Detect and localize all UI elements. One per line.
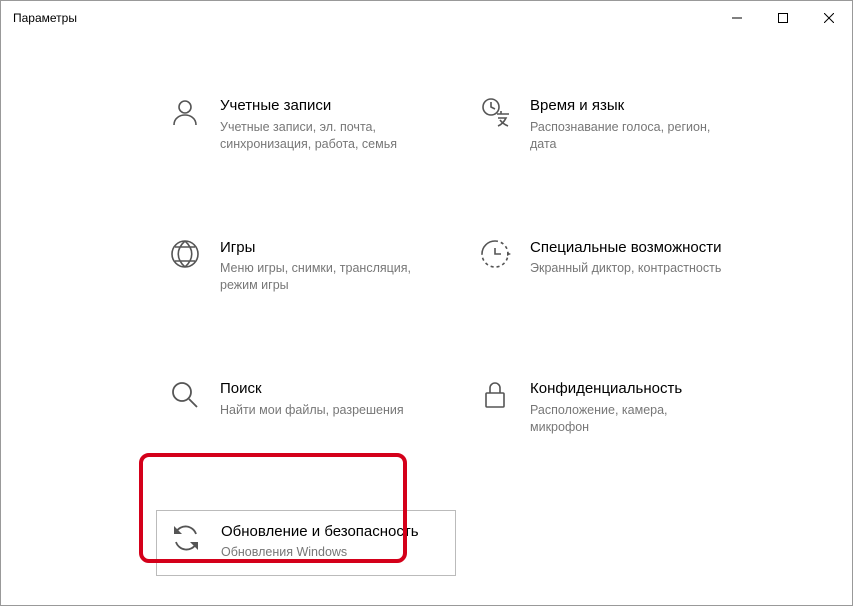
close-icon: [824, 13, 834, 23]
tile-text: Время и язык Распознавание голоса, регио…: [530, 95, 730, 153]
tile-text: Поиск Найти мои файлы, разрешения: [220, 378, 404, 419]
tile-title: Учетные записи: [220, 97, 420, 116]
minimize-icon: [732, 13, 742, 23]
gaming-icon: [168, 237, 202, 271]
tile-time-language[interactable]: Время и язык Распознавание голоса, регио…: [466, 85, 766, 167]
search-icon: [168, 378, 202, 412]
tile-desc: Меню игры, снимки, трансляция, режим игр…: [220, 260, 420, 294]
window-controls: [714, 1, 852, 35]
tile-title: Игры: [220, 239, 420, 258]
accessibility-icon: [478, 237, 512, 271]
minimize-button[interactable]: [714, 1, 760, 35]
tile-desc: Распознавание голоса, регион, дата: [530, 119, 730, 153]
tile-title: Специальные возможности: [530, 239, 722, 258]
tile-text: Специальные возможности Экранный диктор,…: [530, 237, 722, 278]
tile-desc: Учетные записи, эл. почта, синхронизация…: [220, 119, 420, 153]
tile-accessibility[interactable]: Специальные возможности Экранный диктор,…: [466, 227, 766, 309]
maximize-icon: [778, 13, 788, 23]
tile-desc: Найти мои файлы, разрешения: [220, 402, 404, 419]
window-title: Параметры: [13, 11, 77, 25]
tile-accounts[interactable]: Учетные записи Учетные записи, эл. почта…: [156, 85, 456, 167]
privacy-icon: [478, 378, 512, 412]
time-language-icon: [478, 95, 512, 129]
tile-title: Поиск: [220, 380, 404, 399]
titlebar: Параметры: [1, 1, 852, 35]
tile-text: Конфиденциальность Расположение, камера,…: [530, 378, 730, 436]
tile-gaming[interactable]: Игры Меню игры, снимки, трансляция, режи…: [156, 227, 456, 309]
tile-text: Игры Меню игры, снимки, трансляция, режи…: [220, 237, 420, 295]
tile-desc: Экранный диктор, контрастность: [530, 260, 722, 277]
close-button[interactable]: [806, 1, 852, 35]
tile-privacy[interactable]: Конфиденциальность Расположение, камера,…: [466, 368, 766, 450]
tile-title: Конфиденциальность: [530, 380, 730, 399]
highlight-annotation: [139, 453, 407, 563]
tile-text: Учетные записи Учетные записи, эл. почта…: [220, 95, 420, 153]
accounts-icon: [168, 95, 202, 129]
maximize-button[interactable]: [760, 1, 806, 35]
tile-title: Время и язык: [530, 97, 730, 116]
settings-grid: Учетные записи Учетные записи, эл. почта…: [1, 35, 852, 576]
tile-search[interactable]: Поиск Найти мои файлы, разрешения: [156, 368, 456, 450]
tile-desc: Расположение, камера, микрофон: [530, 402, 730, 436]
